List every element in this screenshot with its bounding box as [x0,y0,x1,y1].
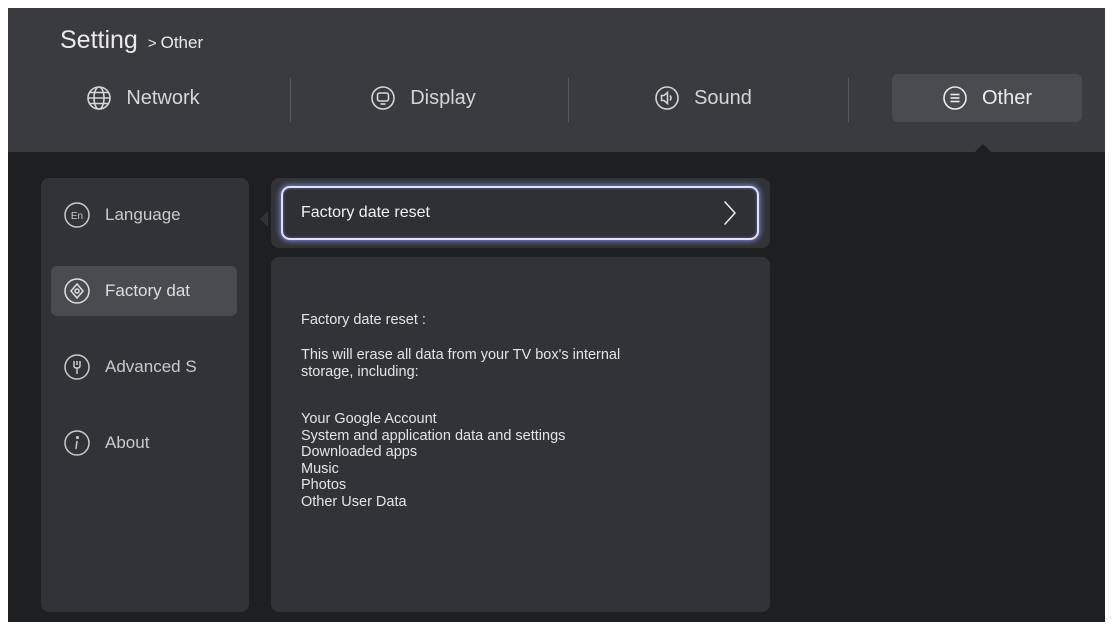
option-label: Factory date reset [301,204,430,221]
speaker-icon [654,85,680,111]
language-icon: En [63,201,91,229]
tab-network[interactable]: Network [68,74,218,122]
tab-divider [290,78,291,122]
list-item: Other User Data [301,493,407,510]
factory-reset-option[interactable]: Factory date reset [281,186,759,240]
sidebar-item-label: Factory dat [105,281,191,300]
breadcrumb: Setting > Other [60,26,203,55]
sidebar: En Language Factory dat Advanced S About [41,178,249,612]
list-item: System and application data and settings [301,427,566,444]
chevron-right-icon [721,198,739,228]
display-icon [370,85,396,111]
tab-divider [848,78,849,122]
info-icon [63,429,91,457]
settings-header: Setting > Other Network Display Sound Ot… [8,8,1105,153]
tab-other[interactable]: Other [892,74,1082,122]
menu-icon [942,85,968,111]
list-item: Music [301,460,339,477]
tab-divider [568,78,569,122]
sidebar-item-factory-reset[interactable]: Factory dat [51,266,237,316]
tab-sound-label: Sound [694,86,752,109]
sidebar-item-label: Advanced S [105,357,197,376]
breadcrumb-title: Setting [60,26,138,54]
list-item: Photos [301,477,347,493]
factory-reset-icon [63,277,91,305]
active-tab-pointer [974,144,992,153]
tab-sound[interactable]: Sound [628,74,778,122]
detail-description-line: storage, including: [301,364,419,380]
tab-display[interactable]: Display [348,74,498,122]
sidebar-item-label: Language [105,205,181,224]
sidebar-item-advanced-settings[interactable]: Advanced S [51,342,237,392]
detail-description-line: This will erase all data from your TV bo… [301,347,621,363]
tab-network-label: Network [126,86,200,109]
tab-display-label: Display [410,86,476,109]
breadcrumb-current: Other [160,33,204,52]
detail-description: This will erase all data from your TV bo… [301,347,721,381]
list-item: Your Google Account [301,411,437,427]
detail-items-list: Your Google Account System and applicati… [301,411,565,510]
breadcrumb-separator: > [147,35,157,52]
sidebar-item-language[interactable]: En Language [51,190,237,240]
sidebar-selection-pointer [260,211,268,227]
tv-settings-screen: Setting > Other Network Display Sound Ot… [8,8,1105,622]
detail-panel: Factory date reset : This will erase all… [271,257,770,612]
tab-other-label: Other [981,86,1033,109]
sidebar-item-label: About [105,433,150,452]
advanced-settings-icon [63,353,91,381]
svg-text:En: En [71,211,83,222]
list-item: Downloaded apps [301,444,418,460]
sidebar-item-about[interactable]: About [51,418,237,468]
option-list: Factory date reset [271,178,770,248]
globe-icon [86,85,112,111]
detail-title: Factory date reset : [301,312,426,328]
